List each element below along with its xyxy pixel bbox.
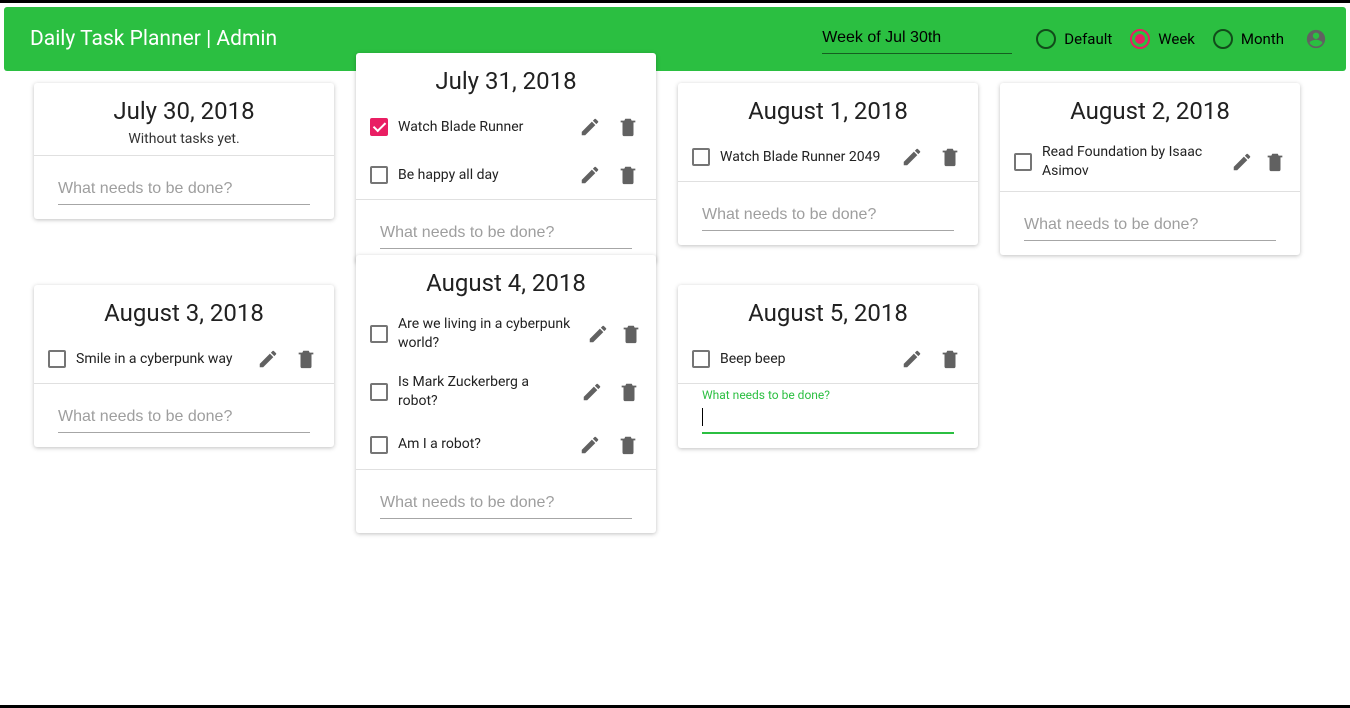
day-card: August 2, 2018 Read Foundation by Isaac A… xyxy=(1000,83,1300,255)
day-date: August 2, 2018 xyxy=(1010,97,1290,125)
task-checkbox[interactable] xyxy=(370,383,388,401)
day-date: August 4, 2018 xyxy=(366,269,646,297)
add-task-footer: What needs to be done? xyxy=(678,383,978,448)
day-date: July 30, 2018 xyxy=(44,97,324,125)
delete-icon[interactable] xyxy=(936,345,964,373)
edit-icon[interactable] xyxy=(576,431,604,459)
week-selector[interactable] xyxy=(822,25,1012,54)
add-task-footer: What needs to be done? xyxy=(34,155,334,219)
delete-icon[interactable] xyxy=(614,113,642,141)
task-checkbox[interactable] xyxy=(48,350,66,368)
delete-icon[interactable] xyxy=(614,431,642,459)
day-date: August 3, 2018 xyxy=(44,299,324,327)
add-task-input[interactable] xyxy=(58,174,310,205)
app-toolbar: Daily Task Planner | Admin Default Week … xyxy=(4,7,1346,71)
delete-icon[interactable] xyxy=(1263,148,1286,176)
day-date: August 5, 2018 xyxy=(688,299,968,327)
task-row: Watch Blade Runner xyxy=(356,103,656,151)
task-checkbox[interactable] xyxy=(370,118,388,136)
edit-icon[interactable] xyxy=(587,320,609,348)
task-row: Are we living in a cyberpunk world? xyxy=(356,305,656,363)
day-date: August 1, 2018 xyxy=(688,97,968,125)
view-mode-options: Default Week Month xyxy=(1036,29,1284,49)
task-label: Be happy all day xyxy=(398,166,566,185)
edit-icon[interactable] xyxy=(576,113,604,141)
delete-icon[interactable] xyxy=(620,320,642,348)
day-card: July 31, 2018 Watch Blade Runner Be happy … xyxy=(356,53,656,263)
day-card-header: August 3, 2018 xyxy=(34,285,334,335)
account-icon[interactable] xyxy=(1302,25,1330,53)
add-task-input[interactable] xyxy=(380,218,632,249)
task-checkbox[interactable] xyxy=(370,166,388,184)
edit-icon[interactable] xyxy=(898,345,926,373)
add-task-footer: What needs to be done? xyxy=(678,181,978,245)
view-option-label: Default xyxy=(1064,30,1112,48)
task-row: Be happy all day xyxy=(356,151,656,199)
app-title: Daily Task Planner | Admin xyxy=(30,27,277,51)
add-task-footer: What needs to be done? xyxy=(1000,191,1300,255)
task-row: Am I a robot? xyxy=(356,421,656,469)
task-row: Watch Blade Runner 2049 xyxy=(678,133,978,181)
task-label: Watch Blade Runner xyxy=(398,118,566,137)
day-card-header: August 5, 2018 xyxy=(678,285,978,335)
task-label: Is Mark Zuckerberg a robot? xyxy=(398,373,569,411)
day-card: July 30, 2018 Without tasks yet. What need… xyxy=(34,83,334,219)
task-label: Are we living in a cyberpunk world? xyxy=(398,315,577,353)
add-task-footer: What needs to be done? xyxy=(356,199,656,263)
day-card-header: July 31, 2018 xyxy=(356,53,656,103)
task-row: Is Mark Zuckerberg a robot? xyxy=(356,363,656,421)
add-task-footer: What needs to be done? xyxy=(356,469,656,533)
edit-icon[interactable] xyxy=(254,345,282,373)
task-checkbox[interactable] xyxy=(1014,153,1032,171)
week-board: July 30, 2018 Without tasks yet. What need… xyxy=(4,71,1346,553)
view-option-week[interactable]: Week xyxy=(1130,29,1195,49)
task-checkbox[interactable] xyxy=(692,148,710,166)
task-checkbox[interactable] xyxy=(692,350,710,368)
edit-icon[interactable] xyxy=(898,143,926,171)
day-card-header: August 1, 2018 xyxy=(678,83,978,133)
day-card-header: August 4, 2018 xyxy=(356,255,656,305)
radio-icon xyxy=(1213,29,1233,49)
add-task-input[interactable] xyxy=(1024,210,1276,241)
delete-icon[interactable] xyxy=(292,345,320,373)
delete-icon[interactable] xyxy=(615,378,642,406)
view-option-label: Month xyxy=(1241,30,1284,48)
radio-icon xyxy=(1036,29,1056,49)
task-row: Read Foundation by Isaac Asimov xyxy=(1000,133,1300,191)
add-task-input[interactable] xyxy=(702,402,954,434)
edit-icon[interactable] xyxy=(576,161,604,189)
day-card: August 1, 2018 Watch Blade Runner 2049 Wha… xyxy=(678,83,978,245)
add-task-input[interactable] xyxy=(702,200,954,231)
delete-icon[interactable] xyxy=(614,161,642,189)
delete-icon[interactable] xyxy=(936,143,964,171)
edit-icon[interactable] xyxy=(579,378,606,406)
week-input[interactable] xyxy=(822,25,1012,54)
day-card-header: August 2, 2018 xyxy=(1000,83,1300,133)
task-row: Smile in a cyberpunk way xyxy=(34,335,334,383)
task-checkbox[interactable] xyxy=(370,436,388,454)
day-date: July 31, 2018 xyxy=(366,67,646,95)
edit-icon[interactable] xyxy=(1230,148,1253,176)
add-task-input[interactable] xyxy=(380,488,632,519)
view-option-label: Week xyxy=(1158,30,1195,48)
task-label: Read Foundation by Isaac Asimov xyxy=(1042,143,1220,181)
day-card: August 3, 2018 Smile in a cyberpunk way Wh… xyxy=(34,285,334,447)
add-task-footer: What needs to be done? xyxy=(34,383,334,447)
text-caret xyxy=(702,408,703,426)
radio-icon xyxy=(1130,29,1150,49)
day-card-header: July 30, 2018 Without tasks yet. xyxy=(34,83,334,155)
view-option-month[interactable]: Month xyxy=(1213,29,1284,49)
task-label: Watch Blade Runner 2049 xyxy=(720,148,888,167)
add-task-floating-label: What needs to be done? xyxy=(702,388,830,402)
empty-note: Without tasks yet. xyxy=(44,131,324,147)
task-label: Am I a robot? xyxy=(398,435,566,454)
task-checkbox[interactable] xyxy=(370,325,388,343)
view-option-default[interactable]: Default xyxy=(1036,29,1112,49)
task-label: Smile in a cyberpunk way xyxy=(76,350,244,369)
day-card: August 5, 2018 Beep beep What needs to be … xyxy=(678,285,978,448)
day-card: August 4, 2018 Are we living in a cyberpu… xyxy=(356,255,656,533)
add-task-input[interactable] xyxy=(58,402,310,433)
task-row: Beep beep xyxy=(678,335,978,383)
task-label: Beep beep xyxy=(720,350,888,369)
